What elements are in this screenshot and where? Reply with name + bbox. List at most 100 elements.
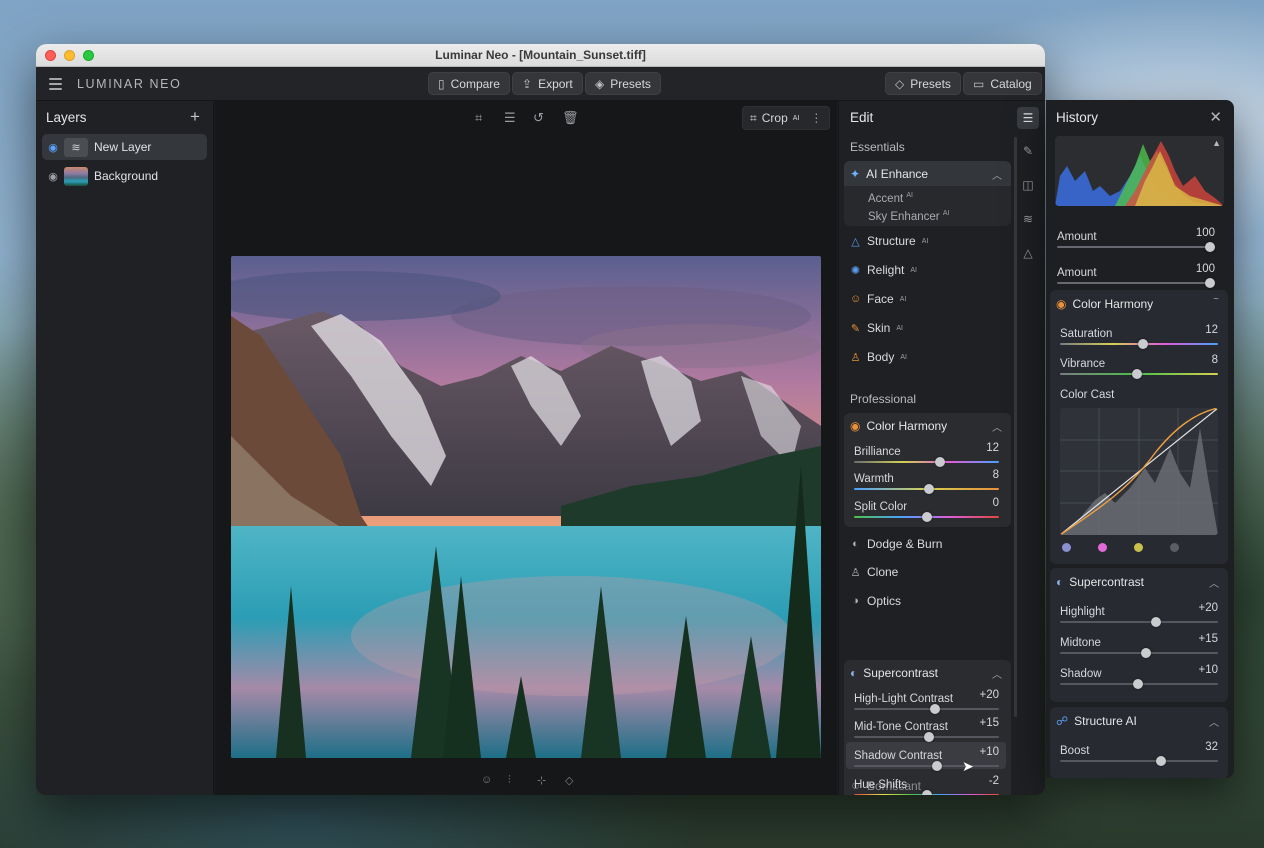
tool-structure[interactable]: △ Structure AI — [850, 234, 928, 248]
chevron-up-icon[interactable]: ︿ — [992, 419, 1002, 434]
history-color-harmony-header[interactable]: ◉ Color Harmony — [1056, 297, 1153, 311]
compare-button[interactable]: ▯ Compare — [428, 72, 510, 95]
minimize-window-button[interactable] — [64, 50, 75, 61]
magic-wand-icon[interactable]: ✎ — [1017, 140, 1039, 162]
catalog-button[interactable]: ▭ Catalog — [963, 72, 1042, 95]
history-supercontrast-header[interactable]: ◐ Supercontrast — [1056, 575, 1144, 589]
slider-track[interactable] — [854, 708, 999, 710]
slider-knob[interactable] — [924, 732, 935, 742]
slider-knob[interactable] — [1155, 756, 1166, 766]
face-detect-icon[interactable]: ☺ — [481, 774, 492, 786]
layer-row-new-layer[interactable]: ◉ ≋ New Layer — [42, 134, 207, 160]
layer-row-background[interactable]: ◉ Background — [42, 163, 207, 189]
close-icon[interactable]: ✕ — [1209, 108, 1222, 126]
amount-slider-1[interactable]: Amount 100 — [1057, 227, 1215, 252]
slider-knob[interactable] — [1131, 369, 1142, 379]
swatch-blue[interactable] — [1062, 543, 1071, 552]
crop-tool-icon[interactable]: ⌗ — [475, 110, 482, 126]
slider-split-color[interactable]: Split Color 0 — [854, 497, 999, 522]
crop-ai-button[interactable]: ⌗ Crop AI ⋮ — [742, 106, 830, 130]
history-icon[interactable]: ↺ — [533, 110, 544, 126]
accent-ai-item[interactable]: Accent AI — [868, 192, 913, 205]
saturation-slider[interactable]: Saturation 12 — [1060, 324, 1218, 349]
history-structure-ai-header[interactable]: ☍ Structure AI — [1056, 714, 1137, 728]
adjustments-icon[interactable]: ☰ — [1017, 107, 1039, 129]
close-window-button[interactable] — [45, 50, 56, 61]
adjust-icon[interactable]: ☰ — [504, 110, 516, 126]
zoom-window-button[interactable] — [83, 50, 94, 61]
clipping-warning-icon[interactable]: ▲ — [1212, 138, 1221, 148]
chevron-up-icon[interactable]: ︿ — [1209, 714, 1219, 729]
eye-icon[interactable]: ◉ — [42, 170, 64, 183]
midtone-slider[interactable]: Midtone +15 — [1060, 633, 1218, 658]
color-cast-curve[interactable] — [1060, 408, 1218, 535]
tool-relight[interactable]: ✺ Relight AI — [850, 263, 917, 277]
slider-track[interactable] — [1060, 760, 1218, 762]
swatch-gray[interactable] — [1170, 543, 1179, 552]
slider-warmth[interactable]: Warmth 8 — [854, 469, 999, 494]
chevron-up-icon[interactable]: ︿ — [992, 167, 1002, 182]
highlight-slider[interactable]: Highlight +20 — [1060, 602, 1218, 627]
tool-body[interactable]: ♙ Body AI — [850, 350, 907, 364]
slider-knob[interactable] — [1140, 648, 1151, 658]
tool-clone[interactable]: ♙ Clone — [850, 565, 899, 579]
slider-knob[interactable] — [930, 704, 941, 714]
slider-track[interactable] — [1057, 246, 1215, 248]
slider-track[interactable] — [1060, 652, 1218, 654]
slider-knob[interactable] — [1151, 617, 1162, 627]
slider-brilliance[interactable]: Brilliance 12 — [854, 442, 999, 467]
slider-high-light-contrast[interactable]: High-Light Contrast +20 — [854, 689, 999, 714]
swatch-yellow[interactable] — [1134, 543, 1143, 552]
presets-right-button[interactable]: ◇ Presets — [885, 72, 961, 95]
shape-icon[interactable]: △ — [1017, 242, 1039, 264]
slider-mid-tone-contrast[interactable]: Mid-Tone Contrast +15 — [854, 717, 999, 742]
split-view-icon[interactable]: ⊹ — [537, 774, 546, 787]
slider-label: Split Color — [854, 501, 908, 513]
wave-icon[interactable]: ~ — [1213, 294, 1219, 305]
slider-shadow-contrast[interactable]: Shadow Contrast +10 — [854, 746, 999, 771]
histogram-toggle-icon[interactable]: ⫶ — [508, 774, 511, 787]
menu-icon[interactable] — [49, 78, 62, 93]
slider-knob[interactable] — [1205, 242, 1215, 252]
slider-knob[interactable] — [1137, 339, 1148, 349]
vibrance-slider[interactable]: Vibrance 8 — [1060, 354, 1218, 379]
slider-track[interactable] — [854, 461, 999, 463]
slider-track[interactable] — [854, 765, 999, 767]
slider-knob[interactable] — [931, 761, 942, 771]
slider-knob[interactable] — [924, 484, 935, 494]
slider-knob[interactable] — [934, 457, 945, 467]
add-layer-icon[interactable]: + — [190, 107, 200, 127]
slider-knob[interactable] — [921, 790, 932, 795]
edit-scrollbar[interactable] — [1014, 137, 1017, 717]
tool-optics[interactable]: ◑ Optics — [850, 594, 901, 608]
tool-skin[interactable]: ✎ Skin AI — [850, 321, 903, 335]
more-options-icon[interactable]: ⋮ — [810, 111, 822, 125]
amount-slider-2[interactable]: Amount 100 — [1057, 263, 1215, 288]
slider-knob[interactable] — [921, 512, 932, 522]
swatch-magenta[interactable] — [1098, 543, 1107, 552]
slider-track[interactable] — [1057, 282, 1215, 284]
slider-knob[interactable] — [1205, 278, 1215, 288]
tool-face[interactable]: ☺ Face AI — [850, 292, 906, 306]
color-harmony-header[interactable]: ◉ Color Harmony — [850, 419, 947, 433]
eye-icon[interactable]: ◉ — [42, 141, 64, 154]
sky-enhancer-item[interactable]: Sky Enhancer AI — [868, 210, 949, 223]
presets-center-button[interactable]: ◈ Presets — [585, 72, 661, 95]
cut-off-tool-item[interactable]: ☺ Borriscant — [850, 779, 921, 793]
chevron-up-icon[interactable]: ︿ — [1209, 575, 1219, 590]
sticker-icon[interactable]: ◫ — [1017, 174, 1039, 196]
chevron-up-icon[interactable]: ︿ — [992, 666, 1002, 681]
slider-label: Boost — [1060, 745, 1090, 757]
sparkle-icon: ✦ — [850, 167, 861, 181]
shadow-slider[interactable]: Shadow +10 — [1060, 664, 1218, 689]
ai-enhance-header[interactable]: ✦ AI Enhance — [850, 167, 928, 181]
boost-slider[interactable]: Boost 32 — [1060, 741, 1218, 766]
slider-track[interactable] — [1060, 621, 1218, 623]
slider-knob[interactable] — [1133, 679, 1144, 689]
export-button[interactable]: ⇪ Export — [512, 72, 583, 95]
supercontrast-header[interactable]: ◐ Supercontrast — [850, 666, 938, 680]
trash-icon[interactable]: 🗑 — [562, 110, 579, 126]
tool-dodge-burn[interactable]: ◐ Dodge & Burn — [850, 537, 942, 551]
layers-icon[interactable]: ≋ — [1017, 208, 1039, 230]
code-view-icon[interactable]: ◇ — [565, 774, 573, 787]
